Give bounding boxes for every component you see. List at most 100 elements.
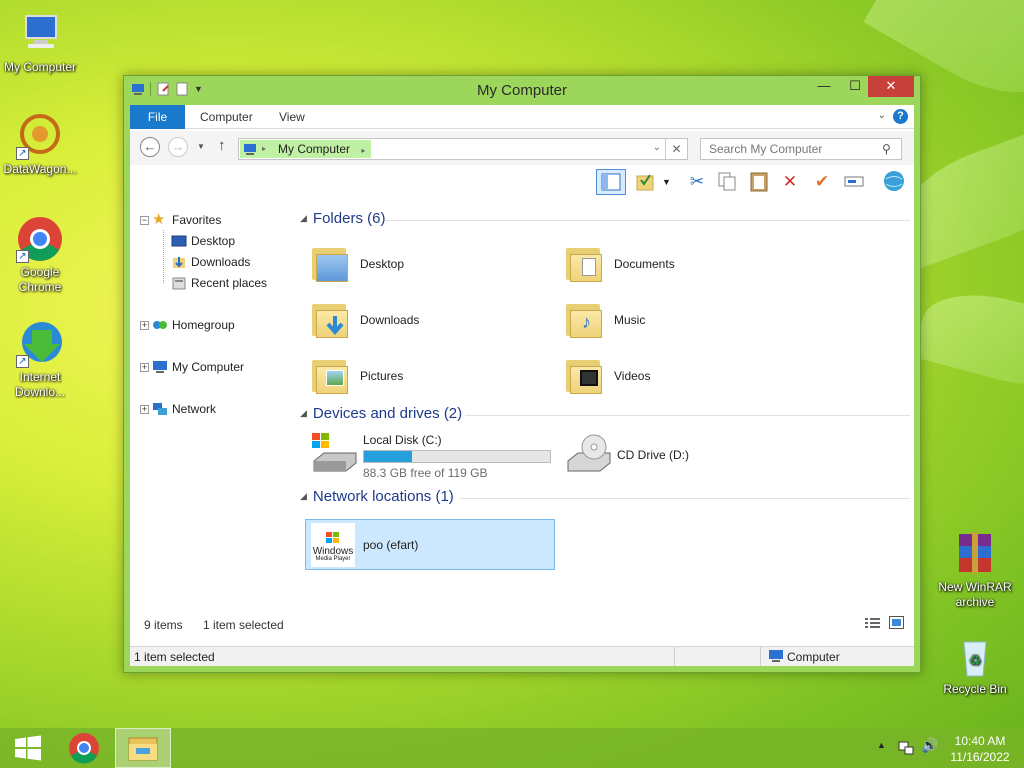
minimize-button[interactable]: — [809, 76, 839, 97]
show-hidden-icons-button[interactable]: ▲ [877, 740, 886, 750]
group-divider [460, 498, 910, 499]
desktop-icon-winrar-archive[interactable]: New WinRAR archive [935, 530, 1015, 610]
group-header-folders[interactable]: ◢ Folders (6) [300, 210, 385, 227]
windows-media-player-icon: Windows Media Player [311, 522, 355, 567]
desktop-icon-my-computer[interactable]: My Computer [0, 10, 80, 75]
drive-local-disk-c[interactable]: Local Disk (C:) 88.3 GB free of 119 GB [310, 427, 553, 480]
taskbar-explorer-button[interactable] [115, 728, 171, 768]
delete-icon[interactable]: ✕ [778, 170, 802, 194]
desktop-icon-datawagon[interactable]: ↗ DataWagon... [0, 112, 80, 177]
expand-network-icon[interactable]: + [140, 405, 149, 414]
checkmark-icon[interactable]: ✔ [810, 170, 834, 194]
volume-icon[interactable]: 🔊 [921, 737, 938, 754]
copy-icon[interactable] [715, 170, 739, 194]
expand-ribbon-icon[interactable]: ⌄ [878, 110, 886, 121]
desktop-icon-label: Google Chrome [18, 265, 62, 294]
nav-favorites[interactable]: ★ Favorites [152, 210, 221, 230]
collapse-group-icon[interactable]: ◢ [300, 213, 307, 224]
computer-small-icon [152, 359, 168, 375]
paste-icon[interactable] [747, 170, 771, 194]
clear-address-icon[interactable]: ✕ [665, 139, 687, 159]
folder-documents[interactable]: Documents [564, 239, 675, 289]
close-button[interactable]: ✕ [868, 76, 914, 97]
pictures-folder-icon [310, 356, 350, 396]
collapse-favorites-icon[interactable]: − [140, 216, 149, 225]
collapse-group-icon[interactable]: ◢ [300, 408, 307, 419]
nav-my-computer[interactable]: My Computer [152, 357, 244, 377]
computer-small-icon [768, 649, 784, 668]
start-button[interactable] [0, 728, 56, 768]
group-title: Devices and drives (2) [312, 405, 463, 422]
desktop-icon-internet-download-manager[interactable]: ↗ Internet Downlo... [0, 320, 80, 400]
expand-homegroup-icon[interactable]: + [140, 321, 149, 330]
expand-my-computer-icon[interactable]: + [140, 363, 149, 372]
large-icons-view-icon[interactable] [889, 616, 904, 632]
folder-label: Desktop [360, 257, 405, 271]
shortcut-arrow-icon: ↗ [16, 355, 29, 368]
maximize-button[interactable]: ☐ [840, 76, 870, 97]
folder-desktop[interactable]: Desktop [310, 239, 404, 289]
desktop-icon-label: DataWagon... [3, 162, 77, 176]
group-header-devices[interactable]: ◢ Devices and drives (2) [300, 405, 462, 422]
desktop-icon-label: New WinRAR archive [938, 580, 1012, 609]
search-input[interactable]: Search My Computer [700, 138, 902, 160]
group-header-network[interactable]: ◢ Network locations (1) [300, 488, 454, 505]
nav-label: Desktop [191, 234, 236, 248]
recent-locations-dropdown-icon[interactable]: ▼ [197, 142, 205, 151]
folder-label: Downloads [360, 313, 420, 327]
drive-cd-d[interactable]: CD Drive (D:) [564, 430, 689, 480]
computer-small-icon [243, 142, 257, 161]
breadcrumb-item[interactable]: My Computer [278, 142, 350, 156]
help-icon[interactable]: ? [893, 109, 908, 124]
chevron-right-icon[interactable]: ▸ [361, 146, 365, 155]
nav-desktop[interactable]: Desktop [171, 231, 235, 251]
network-icon [152, 401, 168, 417]
tab-file[interactable]: File [130, 105, 185, 129]
network-location-poo[interactable]: Windows Media Player poo (efart) [305, 519, 555, 570]
breadcrumb[interactable]: ▸ My Computer ▸ [240, 140, 372, 161]
clock[interactable]: 10:40 AM 11/16/2022 [940, 733, 1020, 765]
recycle-bin-icon: ♻ [951, 632, 999, 680]
content-pane: ◢ Folders (6) Desktop Documents Download… [295, 199, 914, 610]
homegroup-icon [152, 317, 168, 333]
back-button[interactable]: ← [140, 137, 160, 157]
title-bar[interactable]: ▼ My Computer — ☐ ✕ [124, 76, 920, 104]
folder-videos[interactable]: Videos [564, 351, 650, 401]
network-tray-icon[interactable] [898, 739, 914, 758]
drive-free-space: 88.3 GB free of 119 GB [363, 466, 488, 480]
desktop-icon-label: Recycle Bin [943, 682, 1007, 696]
nav-homegroup[interactable]: Homegroup [152, 315, 235, 335]
explorer-window[interactable]: ▼ My Computer — ☐ ✕ File Computer View ⌄… [123, 75, 921, 673]
desktop-icon-recycle-bin[interactable]: ♻ Recycle Bin [935, 632, 1015, 697]
selection-count: 1 item selected [203, 618, 284, 632]
group-title: Folders (6) [312, 210, 386, 227]
desktop-icon-google-chrome[interactable]: ↗ Google Chrome [0, 215, 80, 295]
nav-label: Recent places [191, 276, 268, 290]
check-folder-icon[interactable] [633, 170, 657, 194]
nav-downloads[interactable]: Downloads [171, 252, 250, 272]
search-icon[interactable]: ⚲ [882, 142, 891, 156]
forward-button[interactable]: → [168, 137, 188, 157]
rename-icon[interactable] [842, 170, 866, 194]
cut-icon[interactable]: ✂ [685, 170, 709, 194]
folder-pictures[interactable]: Pictures [310, 351, 403, 401]
taskbar: ▲ 🔊 10:40 AM 11/16/2022 [0, 728, 1024, 768]
folder-downloads[interactable]: Downloads [310, 295, 419, 345]
nav-network[interactable]: Network [152, 399, 216, 419]
file-explorer-icon [128, 737, 158, 761]
collapse-group-icon[interactable]: ◢ [300, 491, 307, 502]
up-button[interactable]: ↑ [218, 137, 226, 154]
address-bar[interactable]: ▸ My Computer ▸ ⌄ ✕ [238, 138, 688, 160]
nav-label: Downloads [191, 255, 251, 269]
tab-computer[interactable]: Computer [190, 105, 263, 129]
folder-music[interactable]: ♪ Music [564, 295, 645, 345]
taskbar-chrome-button[interactable] [56, 728, 112, 768]
address-dropdown-icon[interactable]: ⌄ [653, 142, 661, 153]
details-view-icon[interactable] [865, 617, 880, 632]
tab-view[interactable]: View [269, 105, 315, 129]
preview-pane-icon[interactable] [596, 169, 626, 195]
nav-recent-places[interactable]: Recent places [171, 273, 267, 293]
view-dropdown-icon[interactable]: ▼ [662, 177, 671, 187]
downloads-folder-icon [310, 300, 350, 340]
globe-icon[interactable] [882, 170, 906, 194]
